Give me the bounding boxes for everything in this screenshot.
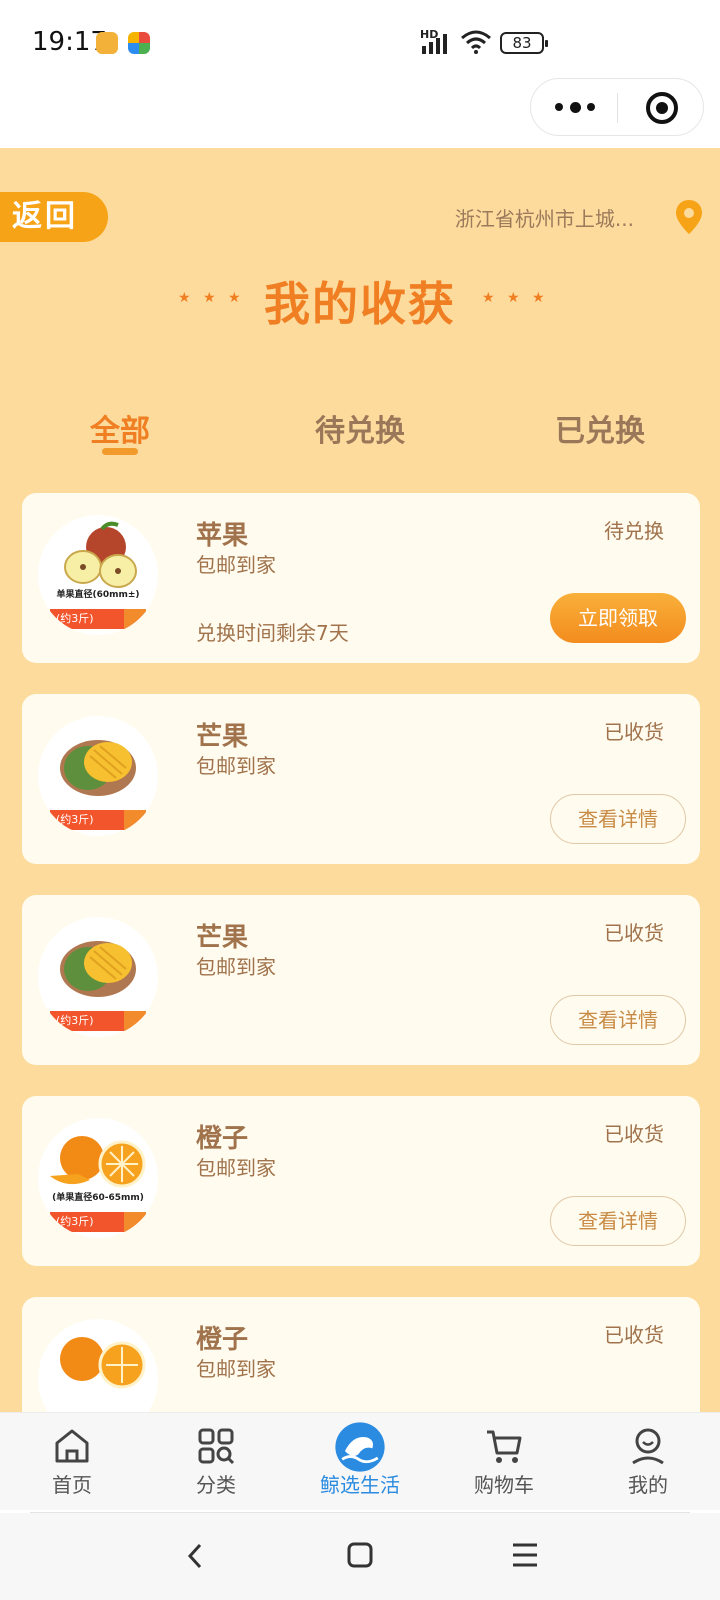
tab-redeemed[interactable]: 已兑换	[540, 406, 660, 450]
mango-image: (约3斤)	[38, 716, 158, 836]
card-timer: 兑换时间剩余7天	[196, 621, 349, 645]
nav-cart[interactable]: 购物车	[432, 1413, 576, 1511]
orange-image: (单果直径60-65mm) (约3斤)	[38, 1118, 158, 1238]
card-status: 已收货	[604, 1323, 664, 1347]
thumb-ribbon: (约3斤)	[50, 810, 146, 830]
card-name: 苹果	[196, 521, 249, 551]
card-status: 待兑换	[604, 519, 664, 543]
nav-home[interactable]: 首页	[0, 1413, 144, 1511]
card-subtitle: 包邮到家	[196, 553, 276, 577]
color-app-icon	[128, 32, 150, 54]
title-stars-right: ★ ★ ★	[482, 290, 549, 306]
nav-label: 鲸选生活	[320, 1473, 400, 1497]
card-subtitle: 包邮到家	[196, 754, 276, 778]
view-details-button[interactable]: 查看详情	[550, 794, 686, 844]
card-name: 橙子	[196, 1124, 249, 1154]
nav-label: 购物车	[474, 1473, 534, 1497]
category-icon	[198, 1428, 235, 1465]
message-app-icon	[96, 32, 118, 54]
capsule-menu	[530, 78, 704, 136]
card-status: 已收货	[604, 921, 664, 945]
home-square-icon[interactable]	[346, 1541, 374, 1569]
card-subtitle: 包邮到家	[196, 1156, 276, 1180]
apple-image: 单果直径(60mm±) (约3斤)	[38, 515, 158, 635]
nav-profile[interactable]: 我的	[576, 1413, 720, 1511]
thumb-ribbon: (约3斤)	[50, 1011, 146, 1031]
capsule-divider	[617, 93, 618, 123]
nav-label: 分类	[196, 1473, 236, 1497]
card-name: 橙子	[196, 1325, 249, 1355]
harvest-card[interactable]: (单果直径60-65mm) (约3斤) 橙子 包邮到家 已收货 查看详情	[22, 1096, 700, 1266]
wifi-icon	[461, 30, 491, 54]
nav-label: 首页	[52, 1473, 92, 1497]
page-title-wrap: 我的收获	[0, 268, 720, 334]
tab-active-indicator	[102, 448, 138, 455]
tab-pending[interactable]: 待兑换	[300, 406, 420, 450]
back-arrow-icon[interactable]	[184, 1541, 208, 1571]
thumb-caption: 单果直径(60mm±)	[56, 590, 140, 600]
nav-label: 我的	[628, 1473, 668, 1497]
whale-icon	[335, 1422, 385, 1472]
battery-indicator: 83	[500, 32, 548, 54]
harvest-card[interactable]: (约3斤) 芒果 包邮到家 已收货 查看详情	[22, 895, 700, 1065]
home-icon	[55, 1429, 89, 1463]
card-subtitle: 包邮到家	[196, 955, 276, 979]
more-options-icon[interactable]	[555, 97, 595, 117]
menu-lines-icon[interactable]	[510, 1541, 540, 1569]
close-target-icon[interactable]	[646, 92, 678, 124]
claim-button[interactable]: 立即领取	[550, 593, 686, 643]
view-details-button[interactable]: 查看详情	[550, 995, 686, 1045]
tab-all[interactable]: 全部	[60, 406, 180, 450]
thumb-ribbon: (约3斤)	[50, 609, 146, 629]
nav-whale-life[interactable]: 鲸选生活	[288, 1413, 432, 1511]
harvest-card[interactable]: 单果直径(60mm±) (约3斤) 苹果 包邮到家 待兑换 兑换时间剩余7天 立…	[22, 493, 700, 663]
main-content: 返回 浙江省杭州市上城... ★ ★ ★ 我的收获 ★ ★ ★ 全部 待兑换 已…	[0, 148, 720, 1412]
thumb-ribbon: (约3斤)	[50, 1212, 146, 1232]
cart-icon	[487, 1430, 522, 1463]
card-name: 芒果	[196, 722, 249, 752]
orange-image	[38, 1319, 158, 1412]
page-title: 我的收获	[264, 277, 456, 331]
harvest-card[interactable]: (约3斤) 芒果 包邮到家 已收货 查看详情	[22, 694, 700, 864]
nav-category[interactable]: 分类	[144, 1413, 288, 1511]
back-button[interactable]: 返回	[0, 192, 108, 242]
mango-image: (约3斤)	[38, 917, 158, 1037]
status-bar: 19:17 HD 83	[0, 0, 720, 80]
location-pin-icon[interactable]	[676, 200, 702, 234]
card-status: 已收货	[604, 1122, 664, 1146]
system-nav-bar	[0, 1513, 720, 1600]
tab-bar: 全部 待兑换 已兑换	[0, 406, 720, 466]
location-text[interactable]: 浙江省杭州市上城...	[455, 203, 634, 232]
card-name: 芒果	[196, 923, 249, 953]
bottom-nav: 首页 分类 鲸选生活 购物车 我的	[0, 1412, 720, 1510]
signal-icon	[422, 34, 447, 54]
card-subtitle: 包邮到家	[196, 1357, 276, 1381]
view-details-button[interactable]: 查看详情	[550, 1196, 686, 1246]
thumb-caption: (单果直径60-65mm)	[52, 1193, 144, 1203]
harvest-card[interactable]: 橙子 包邮到家 已收货	[22, 1297, 700, 1412]
card-status: 已收货	[604, 720, 664, 744]
profile-icon	[632, 1428, 664, 1465]
